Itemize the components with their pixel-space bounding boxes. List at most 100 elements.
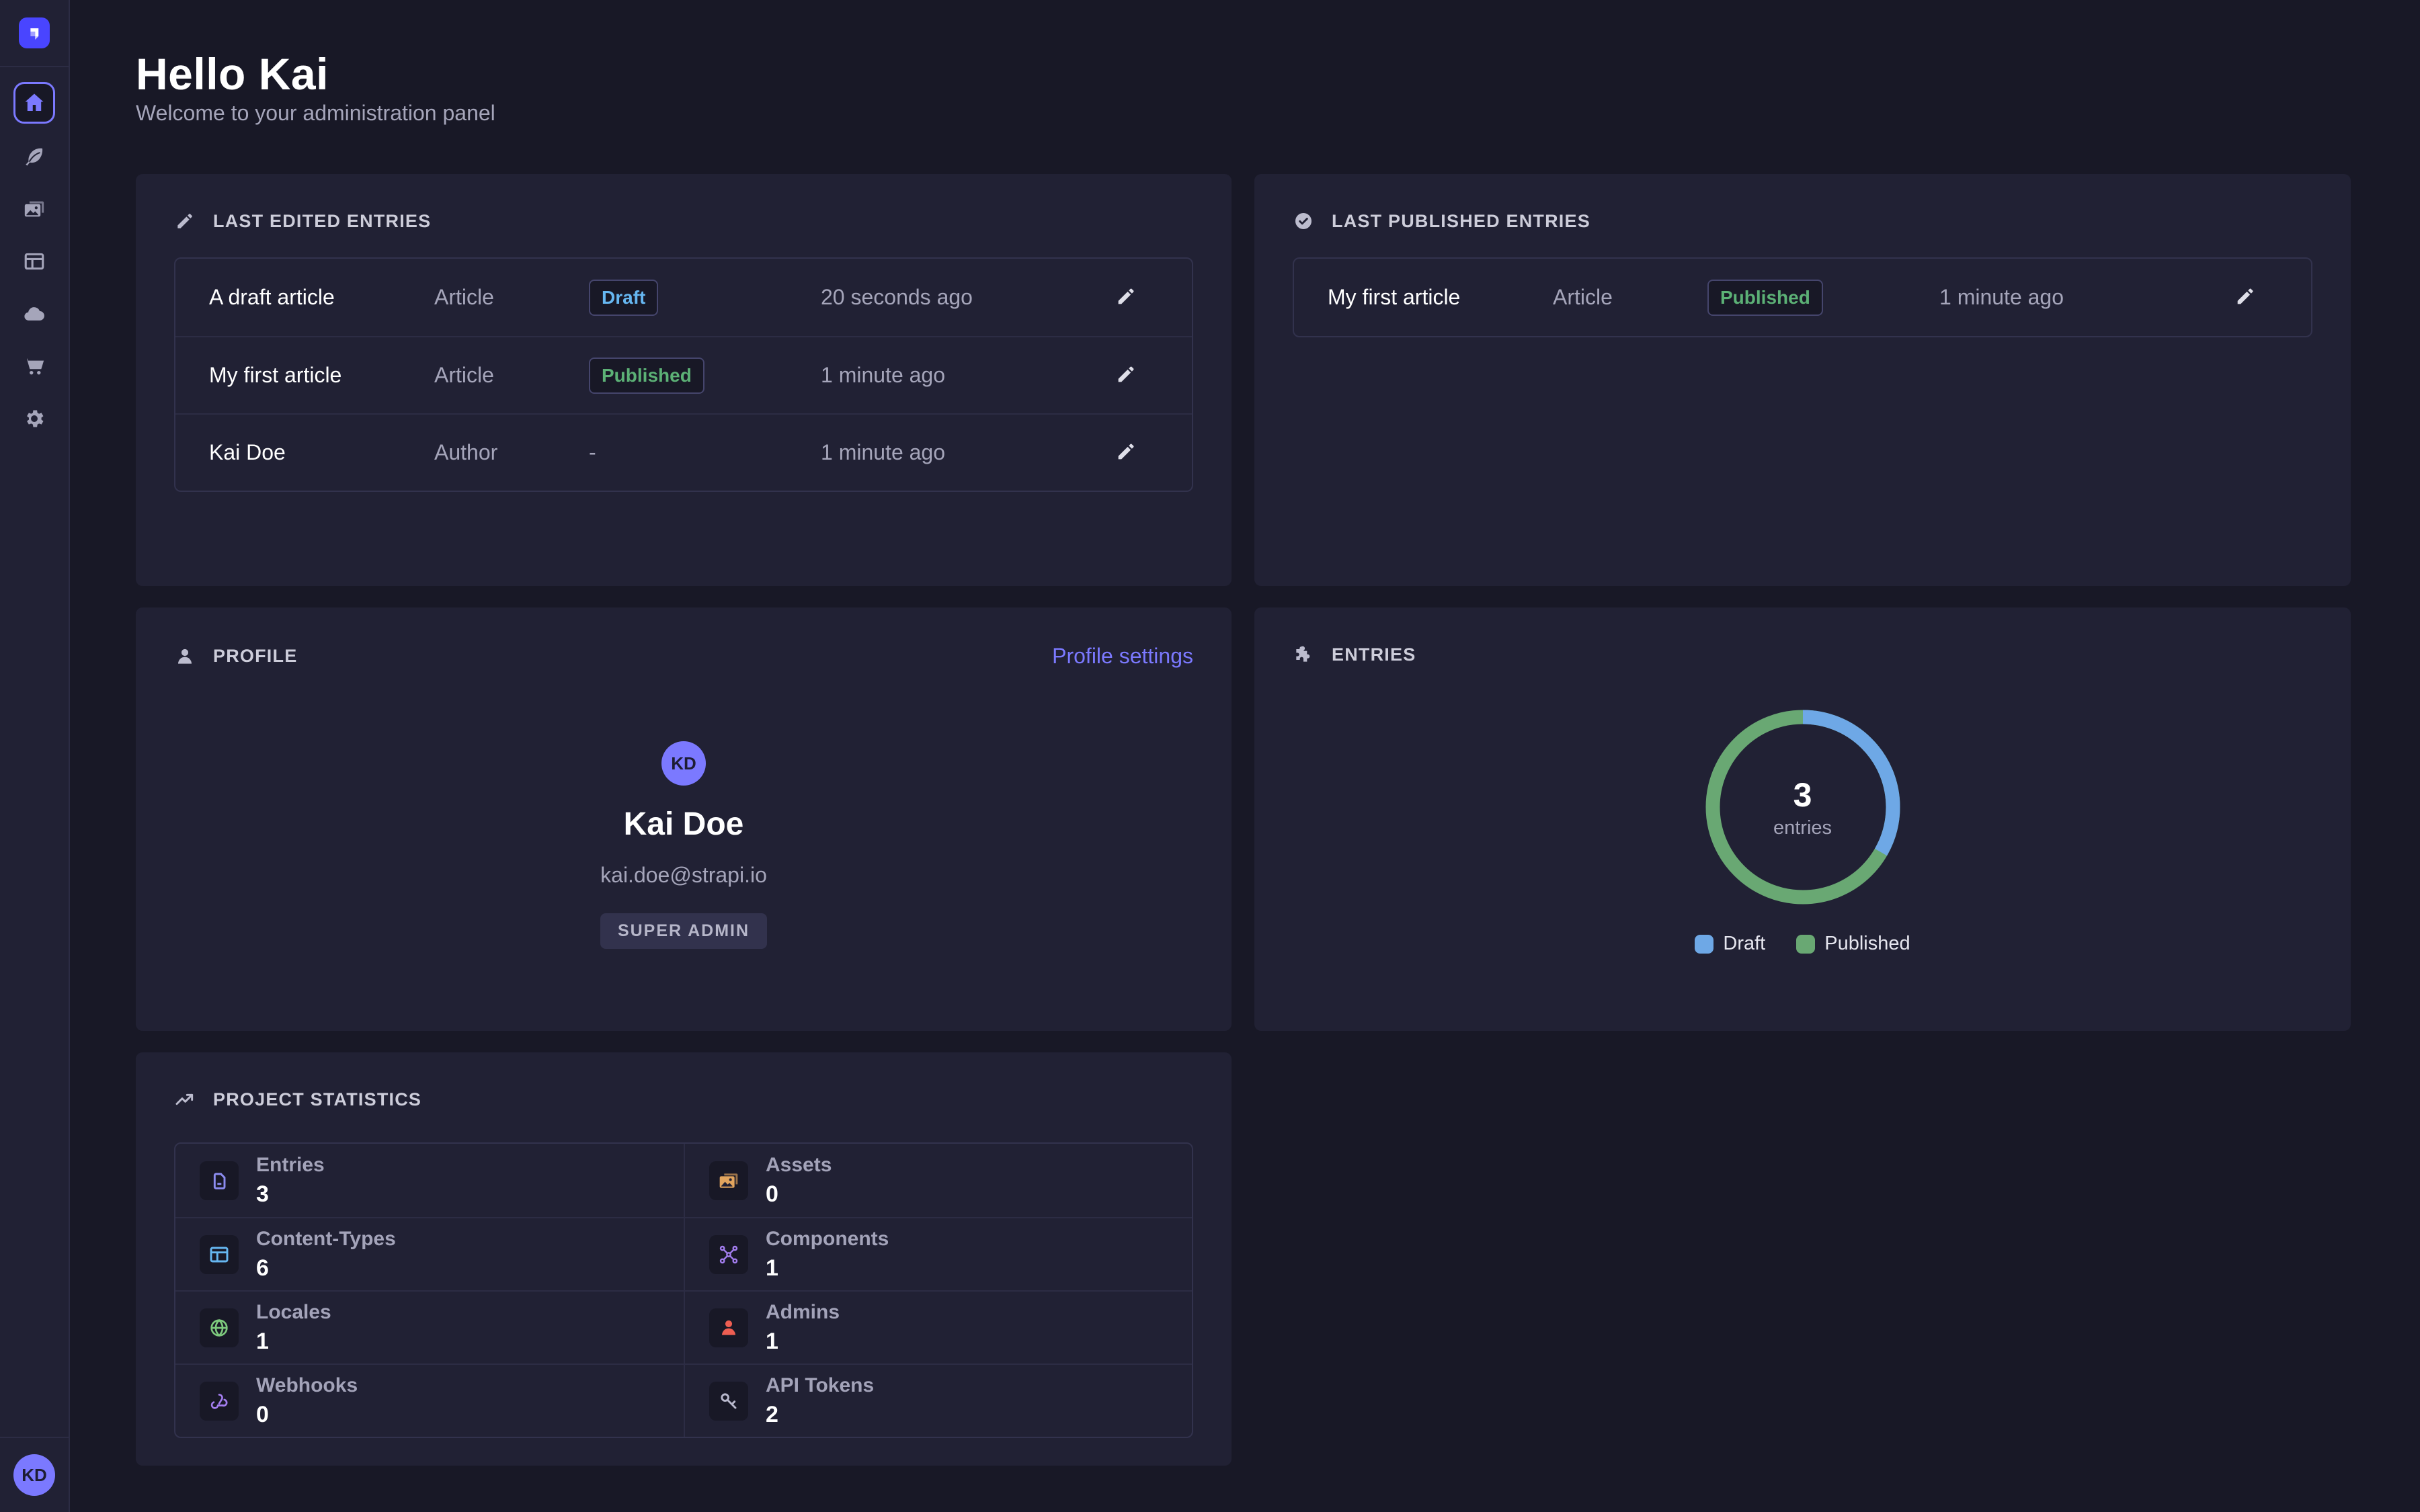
stat-value: 6 [256, 1255, 396, 1282]
last-edited-entries-card: LAST EDITED ENTRIES A draft article Arti… [136, 174, 1232, 586]
sidebar-item-home[interactable] [13, 82, 55, 124]
content-types-layout-icon [200, 1235, 239, 1274]
stat-label: API Tokens [766, 1374, 874, 1397]
edit-entry-button[interactable] [1113, 284, 1139, 311]
stat-label: Assets [766, 1154, 832, 1177]
cart-icon [23, 355, 46, 378]
stat-label: Entries [256, 1154, 325, 1177]
statistics-grid: Entries 3 Assets 0 Content-Types 6 Compo… [174, 1142, 1193, 1438]
sidebar-item-deploy[interactable] [22, 301, 47, 327]
card-header: PROFILE Profile settings [174, 644, 1193, 669]
edit-entry-button[interactable] [1113, 439, 1139, 466]
edit-entry-button[interactable] [2232, 284, 2259, 311]
stat-label: Webhooks [256, 1374, 358, 1397]
api-tokens-key-icon [709, 1382, 748, 1421]
locales-globe-icon [200, 1308, 239, 1347]
entry-type: Author [434, 440, 589, 465]
card-title: LAST PUBLISHED ENTRIES [1332, 211, 1590, 232]
entry-name: My first article [1328, 285, 1553, 310]
table-row[interactable]: My first article Article Published 1 min… [175, 336, 1192, 413]
stat-value: 0 [766, 1181, 832, 1208]
page-subtitle: Welcome to your administration panel [136, 101, 495, 126]
stat-value: 1 [766, 1255, 889, 1282]
draft-swatch [1695, 935, 1713, 954]
logo-container [0, 0, 69, 67]
webhooks-icon [200, 1382, 239, 1421]
sidebar-item-marketplace[interactable] [22, 353, 47, 379]
entry-type: Article [434, 285, 589, 310]
card-title: LAST EDITED ENTRIES [213, 211, 431, 232]
pencil-icon [174, 210, 196, 232]
table-row[interactable]: A draft article Article Draft 20 seconds… [175, 259, 1192, 336]
components-nodes-icon [709, 1235, 748, 1274]
status-badge: Draft [589, 280, 658, 316]
profile-settings-link[interactable]: Profile settings [1052, 644, 1193, 669]
strapi-admin-dashboard: KD Hello Kai Welcome to your administrat… [0, 0, 2420, 1512]
stat-value: 1 [766, 1329, 840, 1355]
feather-icon [23, 145, 46, 168]
entries-card: ENTRIES 3 entries Draft [1254, 607, 2351, 1031]
stat-value: 0 [256, 1402, 358, 1428]
donut-center-label: 3 entries [1705, 710, 1900, 905]
home-icon [22, 91, 46, 115]
pencil-icon [1115, 363, 1137, 386]
profile-name: Kai Doe [624, 806, 744, 843]
cloud-icon [23, 302, 46, 325]
profile-email: kai.doe@strapi.io [600, 863, 767, 888]
stat-entries: Entries 3 [175, 1144, 684, 1217]
card-header: LAST EDITED ENTRIES [174, 210, 1193, 232]
last-edited-table: A draft article Article Draft 20 seconds… [174, 257, 1193, 492]
edit-entry-button[interactable] [1113, 362, 1139, 389]
legend-item-published: Published [1796, 933, 1910, 955]
stat-label: Admins [766, 1301, 840, 1324]
avatar: KD [661, 741, 706, 786]
pencil-icon [2234, 285, 2257, 308]
stat-components: Components 1 [684, 1217, 1192, 1290]
entry-name: My first article [209, 363, 434, 388]
stat-admins: Admins 1 [684, 1290, 1192, 1363]
sidebar-nav [13, 82, 55, 431]
card-title: PROFILE [213, 646, 297, 667]
puzzle-icon [1293, 644, 1314, 665]
user-avatar[interactable]: KD [13, 1454, 55, 1496]
table-row[interactable]: Kai Doe Author - 1 minute ago [175, 413, 1192, 491]
stat-webhooks: Webhooks 0 [175, 1363, 684, 1437]
entry-time: 1 minute ago [1939, 285, 2228, 310]
stat-label: Components [766, 1228, 889, 1251]
last-published-table: My first article Article Published 1 min… [1293, 257, 2312, 337]
status-empty: - [589, 440, 821, 465]
status-badge: Published [1707, 280, 1823, 316]
assets-images-icon [709, 1161, 748, 1200]
entries-doc-icon [200, 1161, 239, 1200]
status-badge: Published [589, 358, 704, 394]
sidebar-item-media-library[interactable] [22, 196, 47, 222]
entry-type: Article [1553, 285, 1707, 310]
gear-icon [23, 407, 46, 430]
entry-time: 1 minute ago [821, 363, 1110, 388]
legend-label: Draft [1723, 933, 1765, 955]
card-header: ENTRIES [1293, 644, 2312, 665]
table-row[interactable]: My first article Article Published 1 min… [1294, 259, 2311, 336]
strapi-logo-icon[interactable] [19, 17, 50, 48]
profile-card: PROFILE Profile settings KD Kai Doe kai.… [136, 607, 1232, 1031]
person-icon [174, 646, 196, 667]
sidebar-item-content-type-builder[interactable] [22, 249, 47, 274]
legend-item-draft: Draft [1695, 933, 1765, 955]
stat-value: 2 [766, 1402, 874, 1428]
page-title: Hello Kai [136, 48, 329, 99]
entries-donut-chart: 3 entries Draft Published [1293, 710, 2312, 955]
pencil-icon [1115, 285, 1137, 308]
stat-api-tokens: API Tokens 2 [684, 1363, 1192, 1437]
entry-name: A draft article [209, 285, 434, 310]
role-badge: SUPER ADMIN [600, 913, 767, 949]
sidebar-item-content-manager[interactable] [22, 144, 47, 169]
stat-content-types: Content-Types 6 [175, 1217, 684, 1290]
chart-legend: Draft Published [1695, 933, 1910, 955]
trend-up-icon [174, 1089, 196, 1110]
legend-label: Published [1824, 933, 1910, 955]
sidebar: KD [0, 0, 70, 1512]
images-icon [23, 198, 46, 220]
layout-icon [23, 250, 46, 273]
stat-label: Locales [256, 1301, 331, 1324]
sidebar-item-settings[interactable] [22, 406, 47, 431]
